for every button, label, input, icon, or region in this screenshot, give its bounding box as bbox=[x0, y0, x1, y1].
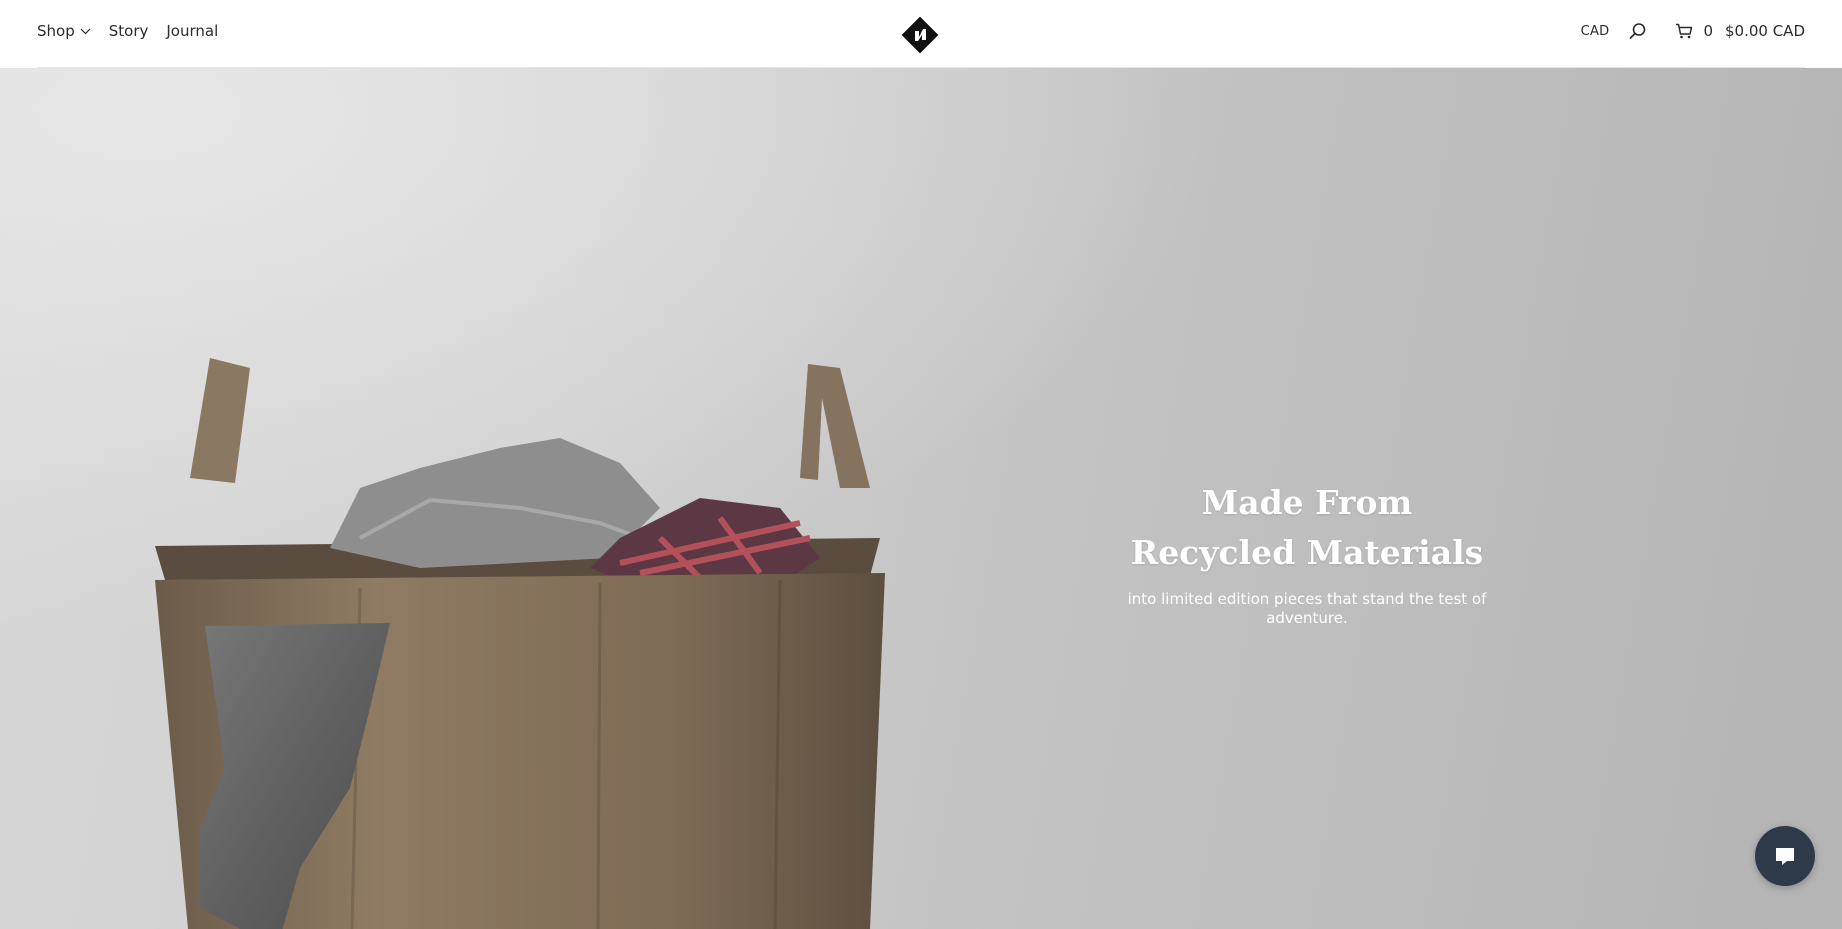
hero-banner: Made From Recycled Materials into limite… bbox=[0, 68, 1842, 929]
logo[interactable] bbox=[899, 14, 941, 56]
nav-story[interactable]: Story bbox=[109, 22, 149, 40]
nav-shop-label: Shop bbox=[37, 22, 75, 40]
header-actions: CAD 0 $0.00 CAD bbox=[1581, 22, 1805, 40]
hero-image-paper-bag bbox=[155, 358, 885, 929]
chat-button[interactable] bbox=[1755, 826, 1815, 886]
cart-icon bbox=[1675, 23, 1693, 39]
hero-text-block: Made From Recycled Materials into limite… bbox=[1126, 478, 1488, 628]
diamond-logo-icon bbox=[901, 16, 939, 54]
nav-shop[interactable]: Shop bbox=[37, 22, 91, 40]
currency-selector[interactable]: CAD bbox=[1581, 24, 1610, 39]
header-divider bbox=[37, 67, 1805, 68]
hero-subtitle: into limited edition pieces that stand t… bbox=[1127, 590, 1487, 627]
cart-count: 0 bbox=[1703, 22, 1713, 40]
main-nav: Shop Story Journal bbox=[37, 22, 218, 40]
site-header: Shop Story Journal CAD 0 $0.00 CAD bbox=[0, 0, 1842, 68]
chevron-down-icon bbox=[80, 28, 91, 35]
cart-link[interactable]: 0 $0.00 CAD bbox=[1675, 22, 1805, 40]
chat-bubble-icon bbox=[1776, 848, 1794, 865]
nav-journal[interactable]: Journal bbox=[166, 22, 218, 40]
search-icon[interactable] bbox=[1629, 22, 1647, 40]
hero-title: Made From Recycled Materials bbox=[1130, 483, 1484, 572]
cart-total: $0.00 CAD bbox=[1725, 22, 1805, 40]
